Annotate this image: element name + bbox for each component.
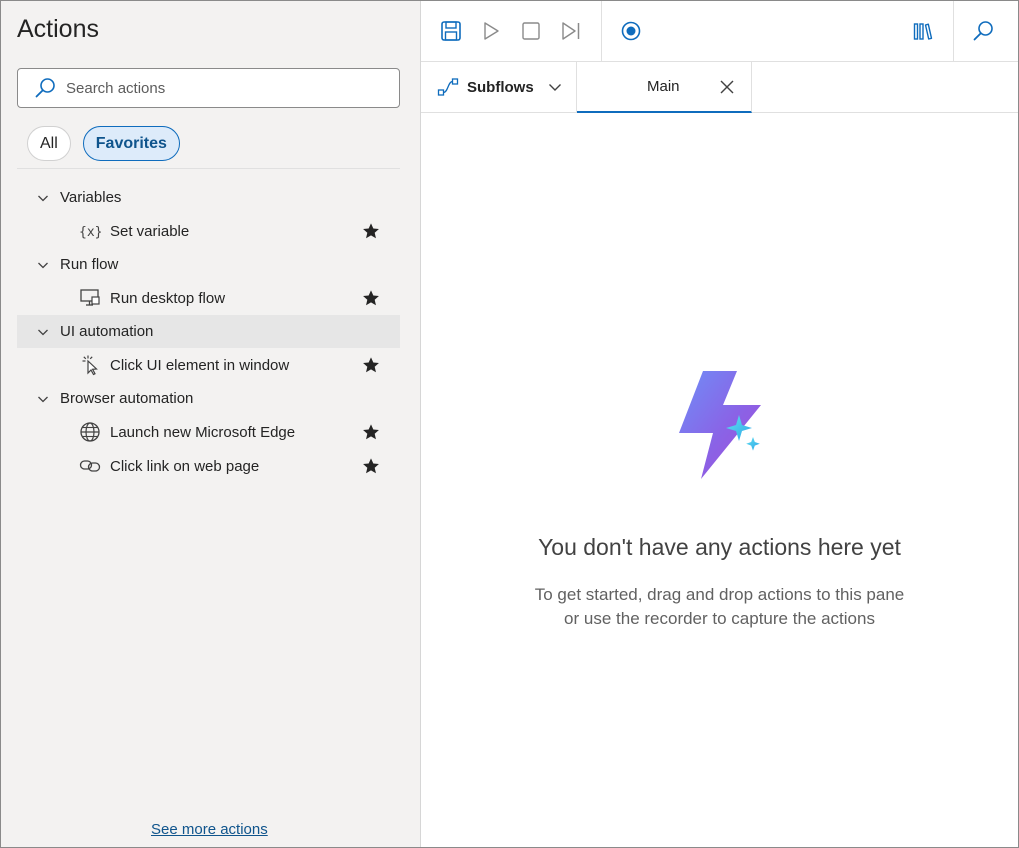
toolbar-divider	[601, 1, 602, 61]
action-label: Launch new Microsoft Edge	[110, 423, 296, 441]
action-launch-edge[interactable]: Launch new Microsoft Edge	[17, 415, 400, 449]
divider	[17, 168, 400, 169]
filter-all-button[interactable]: All	[27, 126, 71, 161]
group-label: Run flow	[60, 256, 119, 273]
save-icon[interactable]	[440, 20, 462, 42]
svg-text:{x}: {x}	[79, 225, 101, 240]
tab-main-label: Main	[647, 78, 680, 95]
record-icon[interactable]	[620, 20, 642, 42]
chevron-down-icon	[38, 262, 48, 268]
empty-state-title: You don't have any actions here yet	[538, 534, 901, 560]
desktop-flow-icon	[79, 287, 101, 309]
group-ui-automation[interactable]: UI automation	[17, 315, 400, 348]
action-label: Click UI element in window	[110, 356, 290, 374]
favorite-star-icon[interactable]	[362, 457, 380, 475]
group-label: Browser automation	[60, 390, 194, 407]
chevron-down-icon	[38, 329, 48, 335]
filter-pills: All Favorites	[27, 126, 180, 161]
favorite-star-icon[interactable]	[362, 356, 380, 374]
see-more-actions-link[interactable]: See more actions	[151, 821, 268, 838]
tab-main[interactable]: Main	[577, 62, 752, 113]
chevron-down-icon	[38, 195, 48, 201]
search-actions-field[interactable]: Search actions	[17, 68, 400, 108]
click-cursor-icon	[79, 354, 101, 376]
filter-favorites-button[interactable]: Favorites	[82, 126, 180, 161]
action-label: Click link on web page	[110, 457, 260, 475]
action-click-ui-element[interactable]: Click UI element in window	[17, 348, 400, 382]
globe-icon	[79, 421, 101, 443]
stop-icon[interactable]	[520, 20, 542, 42]
app-window: Actions Search actions All Favorites Var…	[0, 0, 1019, 848]
subflow-icon	[437, 78, 459, 96]
empty-state-line: To get started, drag and drop actions to…	[534, 585, 905, 604]
group-browser-automation[interactable]: Browser automation	[17, 382, 400, 415]
group-label: Variables	[60, 189, 122, 206]
flow-tabs: Subflows Main	[421, 62, 1018, 113]
group-label: UI automation	[60, 323, 154, 340]
run-icon[interactable]	[480, 20, 502, 42]
actions-pane: Actions Search actions All Favorites Var…	[1, 1, 421, 847]
action-label: Run desktop flow	[110, 289, 226, 307]
chevron-down-icon	[38, 396, 48, 402]
search-actions-placeholder: Search actions	[66, 79, 166, 97]
library-icon[interactable]	[912, 20, 934, 42]
toolbar	[421, 1, 1018, 62]
lightning-sparkle-illustration	[679, 371, 773, 485]
empty-state-description: To get started, drag and drop actions to…	[421, 583, 1018, 631]
favorite-star-icon[interactable]	[362, 222, 380, 240]
action-run-desktop-flow[interactable]: Run desktop flow	[17, 281, 400, 315]
flow-designer: Subflows Main You don't have any actions…	[421, 1, 1018, 847]
action-click-link[interactable]: Click link on web page	[17, 449, 400, 483]
actions-pane-title: Actions	[17, 15, 99, 43]
step-icon[interactable]	[560, 20, 582, 42]
chevron-down-icon	[548, 84, 561, 91]
variable-icon: {x}	[79, 220, 101, 242]
search-icon[interactable]	[972, 20, 994, 42]
group-run-flow[interactable]: Run flow	[17, 248, 400, 281]
action-label: Set variable	[110, 222, 190, 240]
favorite-star-icon[interactable]	[362, 423, 380, 441]
link-icon	[79, 455, 101, 477]
actions-tree: Variables {x} Set variable Run flow Run …	[17, 181, 400, 483]
action-set-variable[interactable]: {x} Set variable	[17, 214, 400, 248]
subflows-label: Subflows	[467, 78, 534, 96]
favorite-star-icon[interactable]	[362, 289, 380, 307]
search-icon	[35, 78, 55, 98]
subflows-dropdown[interactable]: Subflows	[421, 62, 577, 112]
empty-state-line: or use the recorder to capture the actio…	[564, 609, 875, 628]
toolbar-divider	[953, 1, 954, 61]
close-icon[interactable]	[719, 79, 735, 95]
group-variables[interactable]: Variables	[17, 181, 400, 214]
